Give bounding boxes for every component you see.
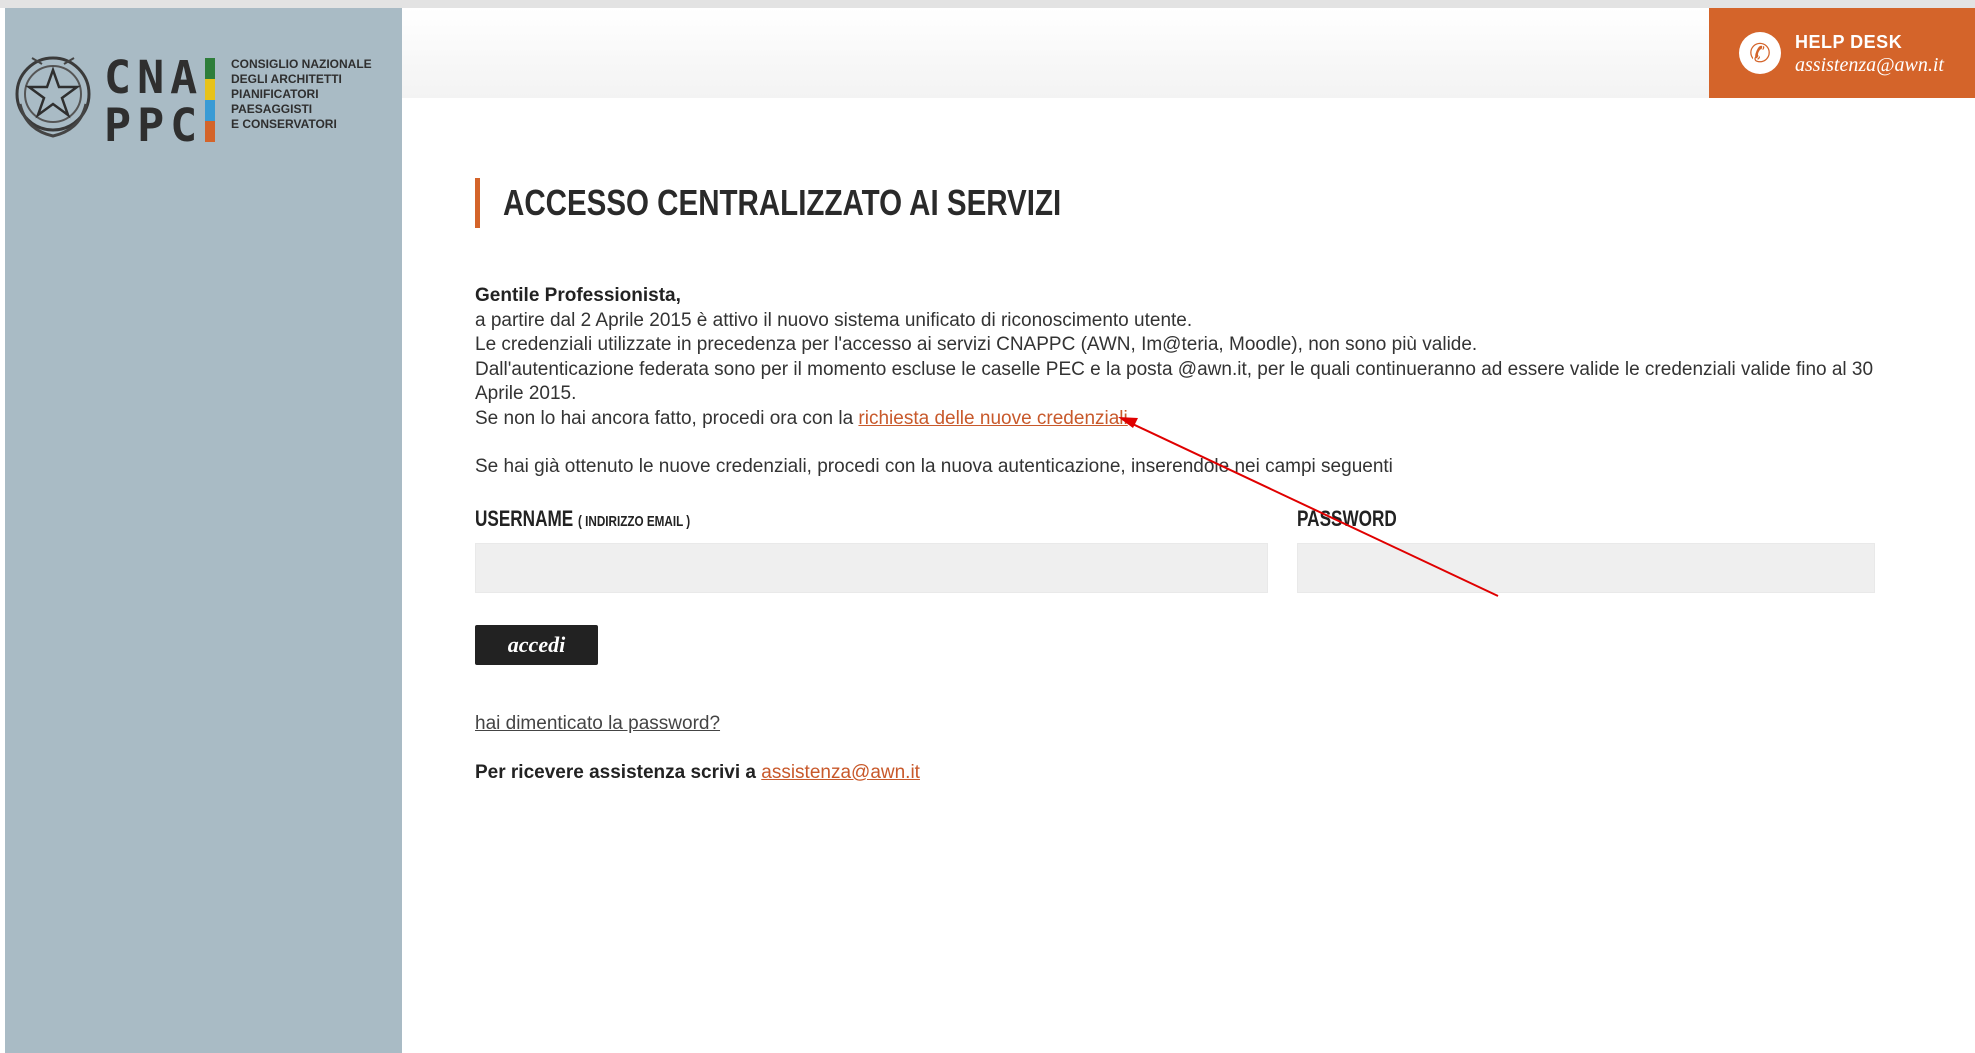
username-label: USERNAME ( INDIRIZZO EMAIL ) — [475, 506, 690, 532]
logo-name: CONSIGLIO NAZIONALE DEGLI ARCHITETTI PIA… — [231, 57, 372, 132]
top-border — [0, 0, 1975, 8]
password-label: PASSWORD — [1297, 506, 1397, 531]
intro-line: Dall'autenticazione federata sono per il… — [475, 358, 1874, 405]
username-label-text: USERNAME — [475, 506, 574, 531]
logo-bar-green — [205, 58, 215, 79]
logo-letters: CNA PPC — [104, 54, 203, 150]
logo-name-line: DEGLI ARCHITETTI — [231, 72, 342, 86]
logo-name-line: PAESAGGISTI — [231, 102, 313, 116]
page-title-block: ACCESSO CENTRALIZZATO AI SERVIZI — [475, 178, 1184, 228]
logo-bar-blue — [205, 100, 215, 121]
password-input[interactable] — [1297, 543, 1875, 593]
logo-bar-orange — [205, 121, 215, 142]
logo-letters-line1: CNA — [104, 51, 204, 104]
intro-line: Le credenziali utilizzate in precedenza … — [475, 334, 1478, 355]
logo-name-line: E CONSERVATORI — [231, 117, 337, 131]
intro-line: a partire dal 2 Aprile 2015 è attivo il … — [475, 309, 1193, 331]
new-credentials-link[interactable]: richiesta delle nuove credenziali — [858, 408, 1127, 429]
header-strip — [402, 8, 1709, 98]
intro-line: Se non lo hai ancora fatto, procedi ora … — [475, 407, 1875, 432]
logo-bar-yellow — [205, 79, 215, 100]
username-hint: ( INDIRIZZO EMAIL ) — [577, 513, 691, 530]
login-button[interactable]: accedi — [475, 625, 598, 665]
logo-color-bar — [205, 58, 215, 142]
emblem-icon — [15, 56, 91, 138]
helpdesk-banner[interactable]: ✆ HELP DESK assistenza@awn.it — [1709, 8, 1975, 98]
intro-line: Se hai già ottenuto le nuove credenziali… — [475, 456, 1393, 477]
forgot-password-link[interactable]: hai dimenticato la password? — [475, 713, 720, 735]
logo-name-line: PIANIFICATORI — [231, 87, 319, 101]
greeting: Gentile Professionista, — [475, 285, 681, 306]
helpdesk-email[interactable]: assistenza@awn.it — [1795, 54, 1944, 77]
assist-prefix: Per ricevere assistenza scrivi a — [475, 762, 762, 783]
assistance-text: Per ricevere assistenza scrivi a assiste… — [475, 762, 920, 784]
page-title: ACCESSO CENTRALIZZATO AI SERVIZI — [503, 182, 1062, 223]
logo-letters-line2: PPC — [104, 99, 204, 152]
intro-line4-prefix: Se non lo hai ancora fatto, procedi ora … — [475, 407, 859, 429]
helpdesk-title: HELP DESK — [1795, 32, 1903, 52]
phone-icon: ✆ — [1739, 32, 1781, 74]
sidebar — [5, 8, 402, 1053]
assist-email-link[interactable]: assistenza@awn.it — [761, 762, 920, 783]
intro-text: Gentile Professionista, a partire dal 2 … — [475, 284, 1875, 480]
logo-name-line: CONSIGLIO NAZIONALE — [231, 57, 372, 71]
username-input[interactable] — [475, 543, 1268, 593]
